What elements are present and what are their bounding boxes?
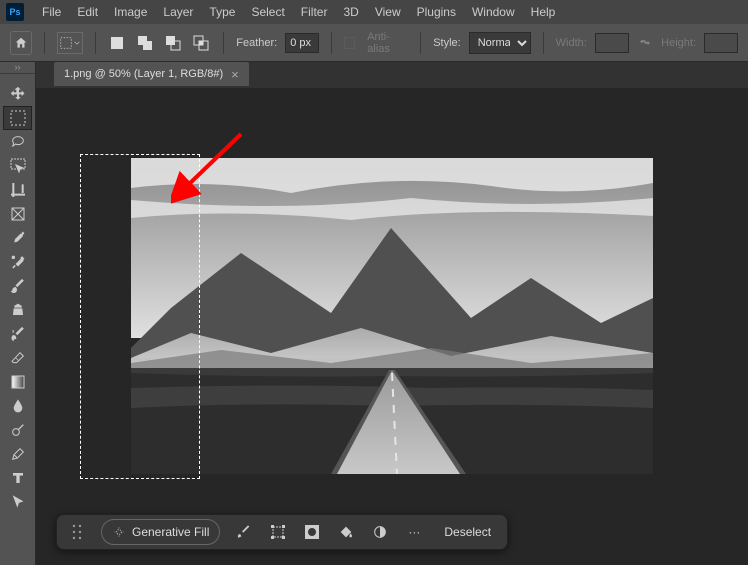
menu-edit[interactable]: Edit	[69, 5, 106, 19]
adjustment-icon[interactable]	[370, 522, 390, 542]
height-label: Height:	[661, 37, 696, 49]
deselect-button[interactable]: Deselect	[438, 525, 497, 539]
eyedropper-tool[interactable]	[3, 226, 32, 250]
style-label: Style:	[433, 37, 461, 49]
menu-view[interactable]: View	[367, 5, 409, 19]
swap-dimensions-icon	[637, 34, 653, 52]
document-tabs: 1.png @ 50% (Layer 1, RGB/8#) ×	[36, 62, 748, 88]
generative-fill-button[interactable]: Generative Fill	[101, 519, 220, 545]
menu-window[interactable]: Window	[464, 5, 523, 19]
drag-handle-icon[interactable]	[67, 522, 87, 542]
spot-healing-brush-tool[interactable]	[3, 250, 32, 274]
chevron-down-icon	[74, 40, 80, 46]
feather-label: Feather:	[236, 37, 277, 49]
document-tab[interactable]: 1.png @ 50% (Layer 1, RGB/8#) ×	[54, 62, 249, 86]
clone-stamp-tool[interactable]	[3, 298, 32, 322]
fill-icon[interactable]	[336, 522, 356, 542]
menu-help[interactable]: Help	[523, 5, 564, 19]
canvas-area[interactable]: Generative Fill ··· Deselect	[36, 88, 748, 565]
type-tool[interactable]	[3, 466, 32, 490]
home-icon	[14, 36, 28, 50]
sparkle-icon	[112, 525, 126, 539]
menu-filter[interactable]: Filter	[293, 5, 336, 19]
selection-intersect-icon[interactable]	[191, 32, 211, 54]
contextual-task-bar: Generative Fill ··· Deselect	[56, 514, 508, 550]
more-options-icon[interactable]: ···	[404, 522, 424, 542]
menu-plugins[interactable]: Plugins	[409, 5, 464, 19]
selection-new-icon[interactable]	[107, 32, 127, 54]
height-input	[704, 33, 738, 53]
dodge-tool[interactable]	[3, 418, 32, 442]
width-label: Width:	[556, 37, 587, 49]
tools-panel: ››	[0, 62, 36, 565]
menubar: Ps File Edit Image Layer Type Select Fil…	[0, 0, 748, 24]
crop-tool[interactable]	[3, 178, 32, 202]
marquee-mode-dropdown[interactable]	[57, 32, 83, 54]
blur-tool[interactable]	[3, 394, 32, 418]
menu-file[interactable]: File	[34, 5, 69, 19]
selection-subtract-icon[interactable]	[163, 32, 183, 54]
canvas-image	[131, 158, 653, 474]
collapse-toolbar-icon[interactable]: ››	[0, 62, 35, 74]
lasso-tool[interactable]	[3, 130, 32, 154]
eraser-tool[interactable]	[3, 346, 32, 370]
menu-type[interactable]: Type	[201, 5, 243, 19]
pen-tool[interactable]	[3, 442, 32, 466]
menu-select[interactable]: Select	[243, 5, 292, 19]
menu-layer[interactable]: Layer	[155, 5, 201, 19]
generative-fill-label: Generative Fill	[132, 525, 209, 539]
antialias-checkbox	[344, 37, 355, 49]
history-brush-tool[interactable]	[3, 322, 32, 346]
mask-icon[interactable]	[302, 522, 322, 542]
width-input	[595, 33, 629, 53]
marquee-icon	[60, 37, 72, 49]
menu-3d[interactable]: 3D	[335, 5, 366, 19]
options-bar: Feather: Anti-alias Style: Normal Width:…	[0, 24, 748, 62]
selection-add-icon[interactable]	[135, 32, 155, 54]
feather-input[interactable]	[285, 33, 319, 53]
document-tab-title: 1.png @ 50% (Layer 1, RGB/8#)	[64, 68, 223, 80]
move-tool[interactable]	[3, 82, 32, 106]
path-selection-tool[interactable]	[3, 490, 32, 514]
home-button[interactable]	[10, 31, 32, 55]
frame-tool[interactable]	[3, 202, 32, 226]
gradient-tool[interactable]	[3, 370, 32, 394]
select-subject-icon[interactable]	[234, 522, 254, 542]
menu-image[interactable]: Image	[106, 5, 155, 19]
rectangular-marquee-tool[interactable]	[3, 106, 32, 130]
object-selection-tool[interactable]	[3, 154, 32, 178]
app-logo: Ps	[6, 3, 24, 21]
brush-tool[interactable]	[3, 274, 32, 298]
close-tab-icon[interactable]: ×	[231, 67, 239, 82]
style-select[interactable]: Normal	[469, 32, 531, 54]
transform-selection-icon[interactable]	[268, 522, 288, 542]
antialias-label: Anti-alias	[367, 31, 408, 55]
